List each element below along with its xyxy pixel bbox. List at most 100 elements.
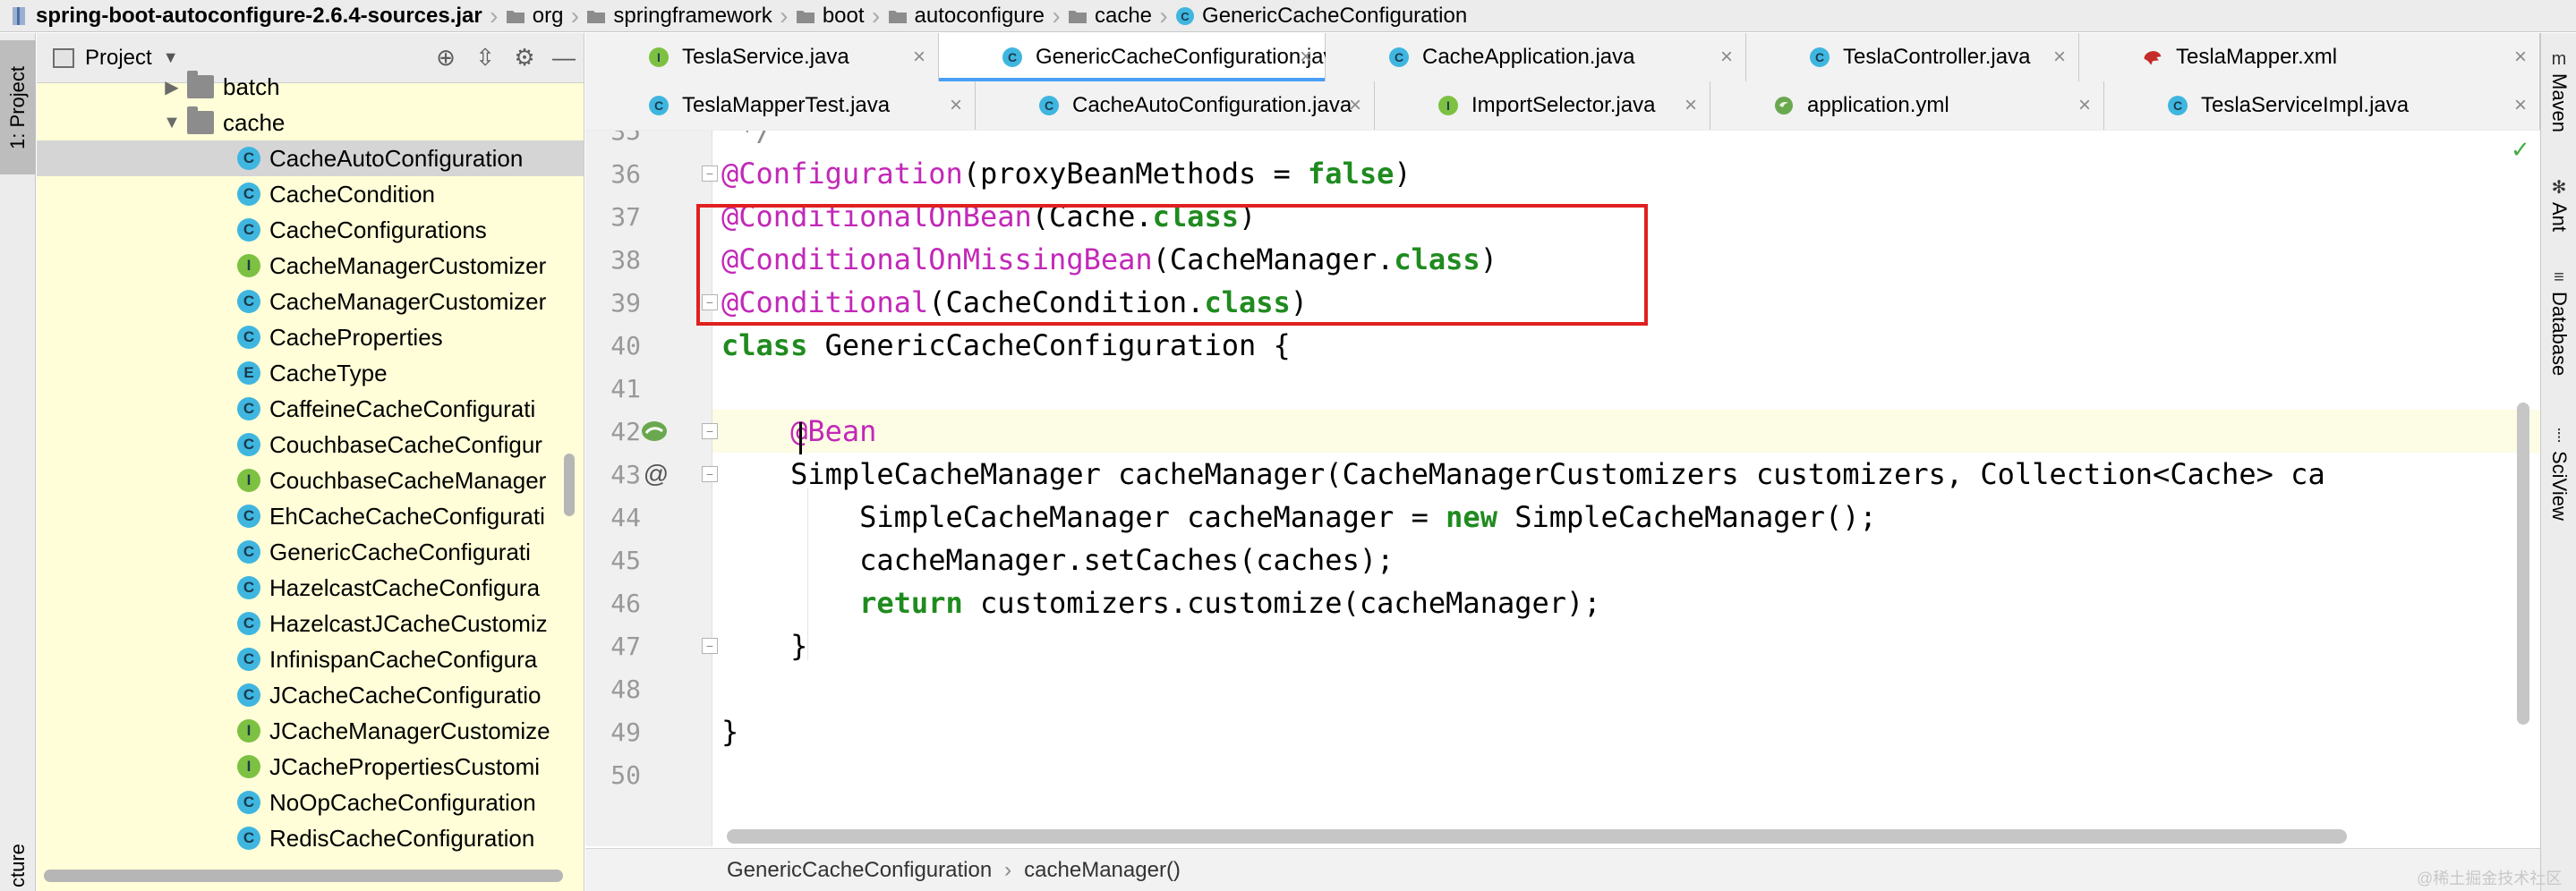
editor-tab[interactable]: TeslaMapper.xml × [2079,33,2540,81]
right-tool-tab[interactable]: m Maven [2541,49,2576,132]
code-line[interactable]: cacheManager.setCaches(caches); [721,539,1394,581]
tree-item-label: CacheConfigurations [269,216,487,243]
editor-tab[interactable]: C GenericCacheConfiguration.java × [939,33,1346,81]
editor-tab[interactable]: C CacheAutoConfiguration.java × [976,81,1375,130]
tree-item[interactable]: I JCachePropertiesCustomi [237,749,540,785]
code-token: @Bean [790,414,877,448]
project-tool-tab[interactable]: 1: Project [0,40,36,174]
implementation-icon[interactable]: @ [641,459,671,489]
code-line[interactable]: SimpleCacheManager cacheManager(CacheMan… [721,453,2325,496]
code-line[interactable]: */ [721,131,773,152]
editor-vertical-scrollbar[interactable] [2517,403,2529,725]
close-icon[interactable]: × [1720,45,1733,70]
tree-item[interactable]: C CaffeineCacheConfigurati [237,391,535,427]
project-vertical-scrollbar[interactable] [564,454,575,516]
footer-class-crumb[interactable]: GenericCacheConfiguration [727,858,992,883]
close-icon[interactable]: × [950,93,962,118]
class-icon: C [237,433,260,456]
editor-tab[interactable]: C CacheApplication.java × [1326,33,1746,81]
gear-icon[interactable]: ⚙ [512,44,537,71]
line-number: 35 [610,131,641,146]
tree-item[interactable]: ▶ batch [162,69,280,105]
tree-item[interactable]: C JCacheCacheConfiguratio [237,677,542,713]
tree-item[interactable]: C CacheProperties [237,319,443,355]
tree-item[interactable]: C CacheConfigurations [237,212,487,248]
tree-item[interactable]: C CacheManagerCustomizer [237,284,546,319]
tree-item[interactable]: C CacheAutoConfiguration [37,140,584,176]
inspection-ok-icon[interactable]: ✓ [2511,136,2530,164]
tree-item[interactable]: C NoOpCacheConfiguration [237,785,536,820]
tree-item[interactable]: C CouchbaseCacheConfigur [237,427,542,462]
locate-icon[interactable]: ⊕ [433,44,458,71]
right-tool-tab[interactable]: ≡ Database [2541,267,2576,376]
close-icon[interactable]: × [2078,93,2091,118]
tree-item[interactable]: C HazelcastCacheConfigura [237,570,540,606]
line-number: 36 [610,159,641,189]
collapse-all-icon[interactable]: ⇳ [473,44,498,71]
project-horizontal-scrollbar[interactable] [44,870,563,882]
editor-tab[interactable]: C TeslaMapperTest.java × [585,81,976,130]
right-tool-tab[interactable]: ✻ Ant [2541,176,2576,232]
tree-item[interactable]: I CouchbaseCacheManager [237,462,546,498]
code-line[interactable]: SimpleCacheManager cacheManager = new Si… [721,496,1877,539]
code-line[interactable]: class GenericCacheConfiguration { [721,324,1291,367]
footer-method-crumb[interactable]: cacheManager() [1024,858,1181,883]
editor-tab[interactable]: application.yml × [1710,81,2104,130]
tree-item[interactable]: C EhCacheCacheConfigurati [237,498,545,534]
project-view-selector[interactable]: Project ▼ [85,46,179,71]
editor-breadcrumb: GenericCacheConfiguration › cacheManager… [585,848,2540,891]
chevron-right-icon[interactable]: ▶ [162,76,182,98]
close-icon[interactable]: × [2514,45,2527,70]
code-line[interactable]: @Configuration (proxyBeanMethods = false) [721,152,1412,195]
tree-item[interactable]: C GenericCacheConfigurati [237,534,531,570]
code-line[interactable]: } [721,624,807,667]
class-icon: C [1809,47,1830,68]
close-icon[interactable]: × [1685,93,1697,118]
editor-horizontal-scrollbar[interactable] [727,829,2347,844]
tree-item[interactable]: I CacheManagerCustomizer [237,248,546,284]
close-icon[interactable]: × [2514,93,2527,118]
close-icon[interactable]: × [2053,45,2066,70]
breadcrumb-item[interactable]: spring-boot-autoconfigure-2.6.4-sources.… [9,0,482,31]
editor-tab[interactable]: C TeslaServiceImpl.java × [2104,81,2540,130]
editor-tab[interactable]: I ImportSelector.java × [1375,81,1710,130]
tree-item[interactable]: C HazelcastJCacheCustomiz [237,606,548,641]
editor-tab[interactable]: I TeslaService.java × [585,33,939,81]
chevron-down-icon[interactable]: ▼ [162,113,182,133]
breadcrumb-label: autoconfigure [914,3,1045,28]
line-number: 46 [610,589,641,618]
close-icon[interactable]: × [1349,93,1361,118]
editor-tab[interactable]: C TeslaController.java × [1746,33,2079,81]
tree-item[interactable]: ▼ cache [162,105,285,140]
code-line[interactable]: return customizers.customize(cacheManage… [721,581,1600,624]
minimize-icon[interactable]: — [551,44,576,71]
close-icon[interactable]: × [1300,45,1312,70]
tree-item[interactable]: C InfinispanCacheConfigura [237,641,537,677]
tree-item-label: HazelcastCacheConfigura [269,573,541,601]
breadcrumb-item[interactable]: cache [1068,0,1152,31]
fold-toggle-icon[interactable]: − [702,165,718,182]
fold-toggle-icon[interactable]: − [702,423,718,439]
tree-item[interactable]: E CacheType [237,355,388,391]
close-icon[interactable]: × [913,45,925,70]
bean-icon[interactable] [639,416,670,446]
tree-item-label: JCacheManagerCustomize [269,717,550,744]
tree-item[interactable]: C CacheCondition [237,176,435,212]
line-number: 39 [610,288,641,318]
editor-tab-label: application.yml [1807,93,1949,117]
fold-toggle-icon[interactable]: − [702,466,718,482]
line-number: 41 [610,374,641,403]
fold-toggle-icon[interactable]: − [702,638,718,654]
tree-item-label: cache [223,108,286,136]
breadcrumb-item[interactable]: autoconfigure [888,0,1045,31]
right-tool-tab[interactable]: ⁞ SciView [2541,427,2576,521]
breadcrumb-item[interactable]: boot [796,0,865,31]
class-icon: C [237,182,260,206]
tree-item[interactable]: C RedisCacheConfiguration [237,820,534,856]
breadcrumb-item[interactable]: org [506,0,563,31]
tree-item[interactable]: I JCacheManagerCustomize [237,713,550,749]
breadcrumb-item[interactable]: springframework [586,0,772,31]
structure-tool-tab[interactable]: cture [0,834,36,887]
breadcrumb-item[interactable]: C GenericCacheConfiguration [1175,0,1467,31]
code-line[interactable]: } [721,710,738,753]
